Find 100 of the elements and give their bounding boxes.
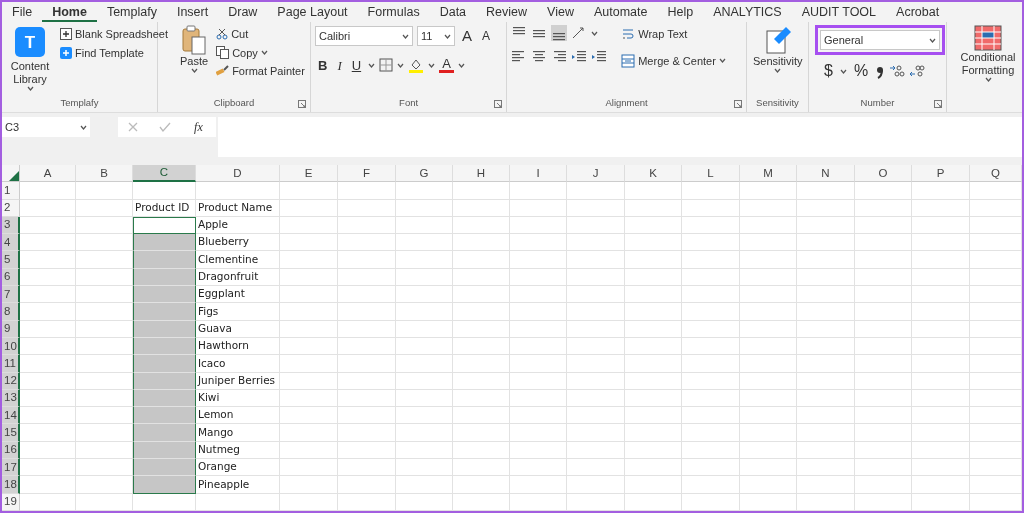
shrink-font-button[interactable]: A (479, 27, 494, 46)
table-cell (855, 424, 912, 442)
column-header[interactable]: P (912, 165, 970, 183)
column-header[interactable]: J (567, 165, 625, 183)
ribbon-tab[interactable]: Help (657, 2, 704, 22)
align-right-icon[interactable] (551, 49, 568, 63)
paste-button[interactable]: Paste (178, 25, 211, 96)
align-bottom-icon[interactable] (551, 25, 568, 41)
font-style-button[interactable]: I (334, 55, 345, 75)
insert-function-button[interactable]: fx (191, 118, 206, 136)
merge-center-button[interactable]: Merge & Center (619, 51, 728, 70)
ribbon-tab[interactable]: Review (476, 2, 538, 22)
ribbon-tab[interactable]: Data (429, 2, 477, 22)
column-header[interactable]: Q (970, 165, 1022, 183)
clipboard-button[interactable]: Format Painter (214, 62, 307, 81)
column-header[interactable]: N (797, 165, 855, 183)
table-cell (20, 459, 76, 477)
font-style-button[interactable]: B (315, 55, 331, 75)
column-header[interactable]: F (338, 165, 396, 183)
column-header[interactable]: M (740, 165, 797, 183)
column-header[interactable]: I (510, 165, 567, 183)
align-center-icon[interactable] (531, 49, 548, 63)
number-format-field[interactable]: General (820, 30, 940, 50)
dialog-launcher-icon[interactable] (934, 100, 942, 108)
column-header[interactable]: G (396, 165, 453, 183)
clipboard-button[interactable]: Cut (214, 25, 307, 44)
table-cell (682, 476, 740, 494)
table-cell (740, 372, 797, 390)
ribbon-tab[interactable]: Acrobat (886, 2, 950, 22)
dialog-launcher-icon[interactable] (494, 100, 503, 108)
conditional-formatting-button[interactable]: Conditional Formatting (951, 25, 1022, 96)
ribbon-tab[interactable]: View (537, 2, 584, 22)
column-header[interactable]: C (133, 165, 196, 183)
template-button[interactable]: Blank Spreadsheet (58, 25, 170, 44)
ribbon-tab[interactable]: Insert (166, 2, 219, 22)
increase-indent-icon[interactable] (591, 49, 608, 63)
grow-font-button[interactable]: A (459, 25, 475, 48)
table-cell: Product Name (196, 199, 280, 217)
table-cell (740, 251, 797, 269)
increase-decimal-icon[interactable] (889, 64, 906, 78)
table-cell (855, 476, 912, 494)
table-cell (625, 234, 682, 252)
check-icon[interactable] (158, 122, 171, 132)
row-header[interactable]: 4 (2, 234, 20, 252)
row-header[interactable]: 14 (2, 407, 20, 425)
ribbon-tab[interactable]: Formulas (357, 2, 430, 22)
table-cell (510, 441, 567, 460)
table-cell (625, 199, 682, 217)
formula-input[interactable] (218, 117, 1022, 157)
ribbon-tab[interactable]: File (2, 2, 43, 22)
copy-icon (216, 46, 230, 60)
row-header[interactable]: 11 (2, 355, 20, 373)
row-header[interactable]: 7 (2, 286, 20, 304)
table-cell (280, 389, 338, 408)
table-cell (912, 268, 970, 287)
table-cell (740, 182, 797, 200)
table-cell (970, 355, 1022, 373)
column-header[interactable]: B (76, 165, 133, 183)
row-header[interactable]: 18 (2, 476, 20, 494)
ribbon-tab[interactable]: AUDIT TOOL (791, 2, 887, 22)
decrease-indent-icon[interactable] (571, 49, 588, 63)
row-header[interactable]: 17 (2, 459, 20, 477)
accounting-format-button[interactable]: $ (821, 59, 836, 83)
row-header[interactable]: 8 (2, 303, 20, 321)
column-header[interactable]: E (280, 165, 338, 183)
row-header[interactable]: 5 (2, 251, 20, 269)
table-cell (625, 407, 682, 425)
column-header[interactable]: H (453, 165, 510, 183)
ribbon-tab[interactable]: ANALYTICS (703, 2, 792, 22)
table-cell (453, 441, 510, 460)
table-cell (20, 234, 76, 252)
wrap-text-button[interactable]: Wrap Text (619, 25, 728, 44)
font-style-button[interactable]: U (348, 55, 365, 75)
ribbon-tab[interactable]: Templafy (96, 2, 167, 22)
template-button[interactable]: Find Template (58, 43, 170, 62)
fill-color-icon[interactable] (408, 57, 425, 73)
clipboard-button[interactable]: Copy (214, 43, 307, 62)
sensitivity-button[interactable]: Sensitivity (751, 25, 805, 96)
column-header[interactable]: D (196, 165, 280, 183)
row-header[interactable]: 1 (2, 182, 20, 200)
column-header[interactable]: A (20, 165, 76, 183)
font-color-button[interactable]: A (439, 57, 454, 74)
row-header[interactable]: 15 (2, 424, 20, 442)
ribbon-tab[interactable]: Draw (218, 2, 268, 22)
decrease-decimal-icon[interactable] (909, 64, 926, 78)
dialog-launcher-icon[interactable] (734, 100, 742, 108)
font-name-field[interactable]: Calibri (315, 26, 413, 47)
percent-style-button[interactable]: % (850, 59, 872, 83)
select-all-corner[interactable] (2, 165, 20, 183)
dialog-launcher-icon[interactable] (298, 100, 306, 108)
font-size-field[interactable]: 11 (417, 26, 455, 47)
content-library-button[interactable]: T Content Library (6, 25, 54, 96)
ribbon-tab[interactable]: Automate (583, 2, 658, 22)
table-cell (912, 493, 970, 511)
column-header[interactable]: K (625, 165, 682, 183)
column-header[interactable]: L (682, 165, 740, 183)
column-header[interactable]: O (855, 165, 912, 183)
table-cell (510, 355, 567, 373)
name-box[interactable]: C3 (2, 117, 90, 137)
ribbon-tab[interactable]: Page Layout (267, 2, 358, 22)
